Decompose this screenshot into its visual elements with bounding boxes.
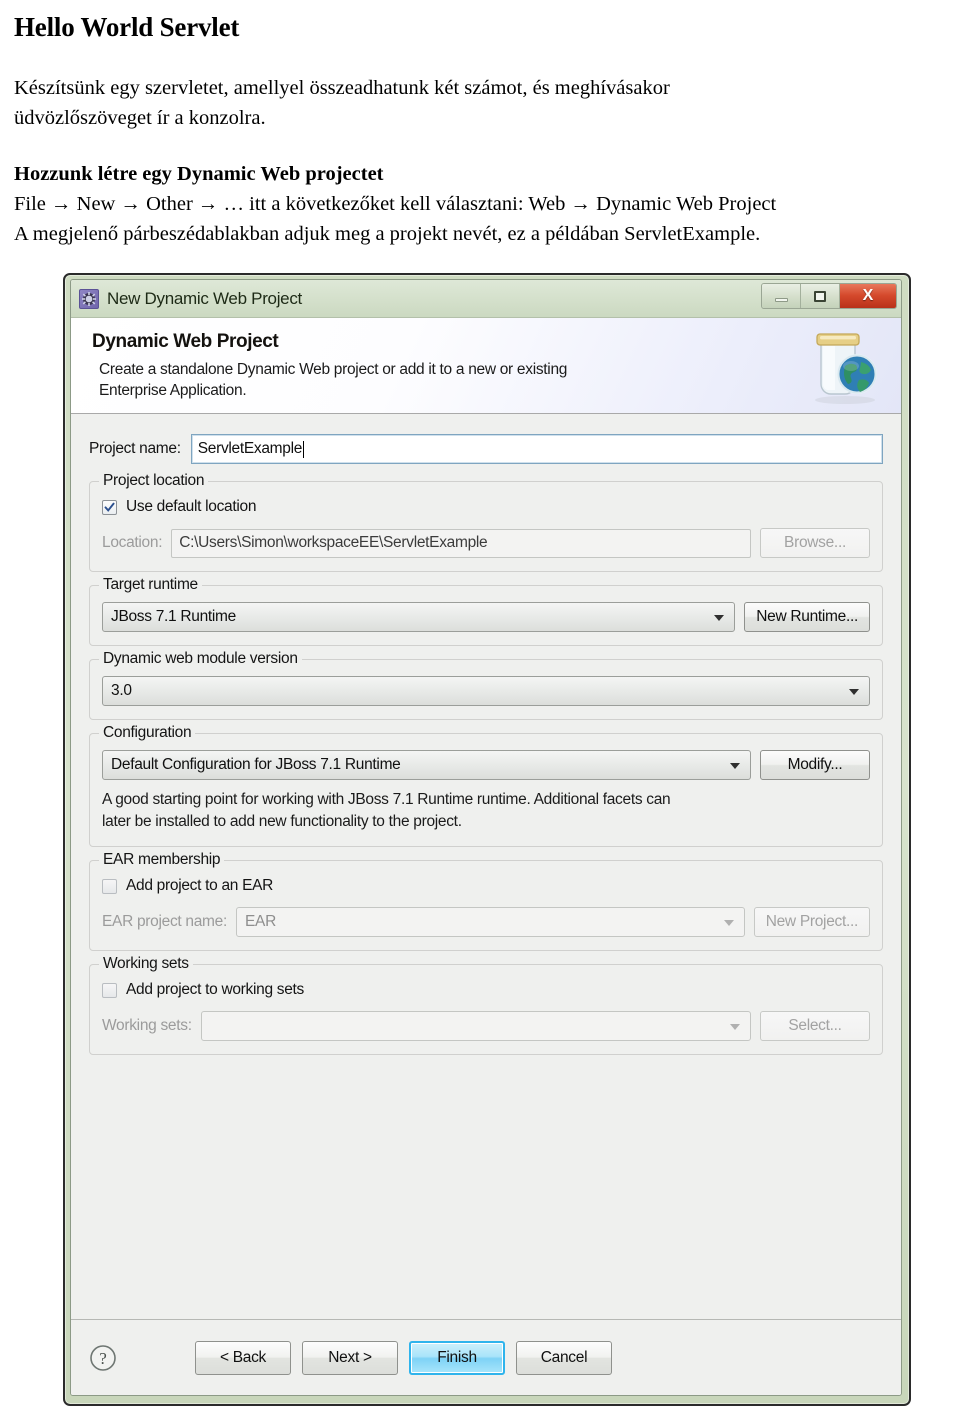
working-sets-group: Working sets Add project to working sets… [89,955,883,1055]
maximize-icon [814,290,826,302]
window-titlebar[interactable]: New Dynamic Web Project X [71,280,901,318]
configuration-group-title: Configuration [99,724,196,742]
working-sets-group-title: Working sets [99,955,193,973]
window-title-text: New Dynamic Web Project [107,288,302,308]
configuration-help-text: A good starting point for working with J… [102,789,870,833]
location-input: C:\Users\Simon\workspaceEE\ServletExampl… [171,528,751,558]
dialog-description-line-2: Enterprise Application. [99,382,247,399]
chevron-down-icon [714,615,725,621]
location-label: Location: [102,534,163,551]
text-caret [303,440,305,458]
configuration-help-line-1: A good starting point for working with J… [102,791,671,808]
next-button[interactable]: Next > [302,1340,398,1375]
add-project-to-ear-row[interactable]: Add project to an EAR [102,877,870,895]
ear-project-name-row: EAR project name: EAR New Project... [102,907,870,937]
project-name-input[interactable]: ServletExample [190,434,883,464]
cancel-button[interactable]: Cancel [516,1340,612,1375]
add-project-to-working-sets-label: Add project to working sets [126,981,304,998]
project-name-row: Project name: ServletExample [89,434,883,464]
web-project-jar-globe-icon [801,322,887,410]
configuration-group: Configuration Default Configuration for … [89,724,883,847]
project-name-label: Project name: [89,440,181,457]
working-sets-combo [200,1011,751,1041]
project-location-group-title: Project location [99,472,209,490]
help-icon[interactable]: ? [89,1344,117,1372]
close-button[interactable]: X [840,284,896,308]
chevron-down-icon [723,920,734,926]
window-controls: X [761,283,897,309]
ear-membership-group: EAR membership Add project to an EAR EAR… [89,851,883,951]
intro-paragraph-line-1: Készítsünk egy szervletet, amellyel össz… [14,77,670,100]
checkmark-icon [104,502,115,512]
project-name-value: ServletExample [197,440,303,457]
configuration-row: Default Configuration for JBoss 7.1 Runt… [102,750,870,780]
working-sets-row: Working sets: Select... [102,1011,870,1041]
location-value: C:\Users\Simon\workspaceEE\ServletExampl… [179,534,488,551]
ear-project-name-value: EAR [245,913,276,930]
document-content: Hello World Servlet Készítsünk egy szerv… [0,0,960,249]
target-runtime-group-title: Target runtime [99,576,202,594]
dialog-body: Project name: ServletExample Project loc… [71,414,901,1319]
add-project-to-ear-label: Add project to an EAR [126,877,274,894]
new-dynamic-web-project-window: New Dynamic Web Project X Dynamic Web Pr… [70,279,902,1396]
steps-line-2: A megjelenő párbeszédablakban adjuk meg … [14,223,761,246]
minimize-button[interactable] [762,284,801,308]
ear-membership-group-title: EAR membership [99,851,225,869]
maximize-button[interactable] [801,284,840,308]
close-icon: X [862,287,874,304]
target-runtime-combo[interactable]: JBoss 7.1 Runtime [102,602,736,632]
dialog-screenshot: New Dynamic Web Project X Dynamic Web Pr… [63,273,911,1406]
location-row: Location: C:\Users\Simon\workspaceEE\Ser… [102,528,870,558]
add-project-to-working-sets-checkbox[interactable] [102,982,117,998]
chevron-down-icon [730,1024,740,1030]
dialog-description-line-1: Create a standalone Dynamic Web project … [99,361,568,378]
configuration-combo[interactable]: Default Configuration for JBoss 7.1 Runt… [102,750,751,780]
intro-paragraph-line-2: üdvözlőszöveget ír a konzolra. [14,107,266,130]
use-default-location-checkbox[interactable] [102,499,117,515]
configuration-help-line-2: later be installed to add new functional… [102,813,462,830]
svg-text:?: ? [99,1349,107,1368]
eclipse-wizard-icon [79,288,99,309]
modify-button[interactable]: Modify... [760,750,870,780]
target-runtime-value: JBoss 7.1 Runtime [111,608,236,625]
page-title: Hello World Servlet [14,12,240,42]
module-version-group-title: Dynamic web module version [99,650,302,668]
dialog-header: Dynamic Web Project Create a standalone … [71,318,901,414]
use-default-location-row[interactable]: Use default location [102,498,870,516]
dialog-button-bar: ? < Back Next > Finish Cancel [71,1319,901,1395]
back-button[interactable]: < Back [195,1340,291,1375]
ear-project-name-combo: EAR [236,907,745,937]
minimize-icon [774,297,788,302]
browse-button: Browse... [760,528,870,558]
working-sets-label: Working sets: [102,1017,192,1034]
section-heading: Hozzunk létre egy Dynamic Web projectet [14,163,384,186]
project-location-group: Project location Use default location Lo… [89,472,883,572]
add-project-to-working-sets-row[interactable]: Add project to working sets [102,981,870,999]
module-version-value: 3.0 [111,682,132,699]
ear-project-name-label: EAR project name: [102,913,227,930]
use-default-location-label: Use default location [126,498,257,515]
add-project-to-ear-checkbox[interactable] [102,878,117,894]
new-runtime-button[interactable]: New Runtime... [744,602,870,632]
module-version-group: Dynamic web module version 3.0 [89,650,883,720]
finish-button[interactable]: Finish [409,1340,505,1375]
steps-line-1: File → New → Other → … itt a következőke… [14,193,777,216]
module-version-combo[interactable]: 3.0 [102,676,870,706]
dialog-heading: Dynamic Web Project [92,331,279,352]
module-version-row: 3.0 [102,676,870,706]
select-button: Select... [760,1011,870,1041]
new-project-button: New Project... [753,907,870,937]
chevron-down-icon [849,689,859,695]
configuration-value: Default Configuration for JBoss 7.1 Runt… [111,756,401,773]
chevron-down-icon [730,763,740,769]
target-runtime-group: Target runtime JBoss 7.1 Runtime New Run… [89,576,883,646]
target-runtime-row: JBoss 7.1 Runtime New Runtime... [102,602,870,632]
